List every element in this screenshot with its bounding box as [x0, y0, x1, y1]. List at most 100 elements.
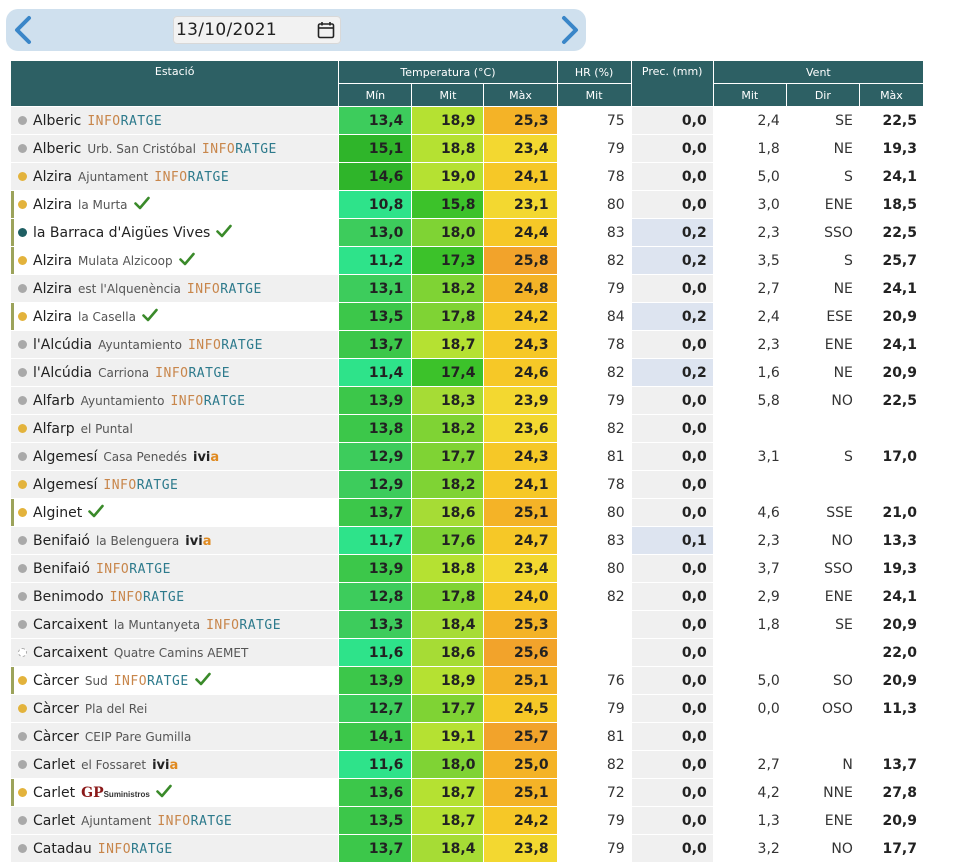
- table-row[interactable]: Alzira Mulata Alzicoop 11,2 17,3 25,8 82 0,2 3,…: [9, 246, 925, 275]
- table-row[interactable]: Carcaixent la Muntanyeta INFORATGE 13,3 18,4…: [9, 610, 925, 639]
- station-name[interactable]: Algemesí: [33, 449, 97, 465]
- inforatge-logo: INFORATGE: [206, 618, 281, 633]
- station-name[interactable]: Alzira: [33, 309, 72, 325]
- gp-logo: GPSuministros: [81, 785, 150, 801]
- station-cell[interactable]: Alzira Mulata Alzicoop: [9, 246, 340, 275]
- table-row[interactable]: Benimodo INFORATGE 12,8 17,8 24,0 82 0,0 2,9 ENE…: [9, 582, 925, 611]
- station-name[interactable]: Carlet: [33, 785, 75, 801]
- station-name[interactable]: Càrcer: [33, 729, 79, 745]
- station-cell[interactable]: Alfarb Ayuntamiento INFORATGE: [9, 386, 340, 415]
- station-name[interactable]: Alberic: [33, 113, 81, 129]
- header-tmin[interactable]: Mín: [338, 83, 413, 107]
- table-row[interactable]: Algemesí INFORATGE 12,9 18,2 24,1 78 0,0: [9, 470, 925, 499]
- table-row[interactable]: Alberic INFORATGE 13,4 18,9 25,3 75 0,0 2,4 SE 22…: [9, 106, 925, 135]
- station-name[interactable]: Alzira: [33, 253, 72, 269]
- station-cell[interactable]: Carcaixent Quatre Camins AEMET: [9, 638, 340, 667]
- station-name[interactable]: Benifaió: [33, 533, 90, 549]
- table-row[interactable]: Alzira Ajuntament INFORATGE 14,6 19,0 24,1 78 0…: [9, 162, 925, 191]
- table-row[interactable]: Benifaió la Belenguera ivia 11,7 17,6 24,7 83 0…: [9, 526, 925, 555]
- station-cell[interactable]: Carlet GPSuministros: [9, 778, 340, 807]
- table-row[interactable]: l'Alcúdia Carriona INFORATGE 11,4 17,4 24,6 82…: [9, 358, 925, 387]
- table-row[interactable]: Alberic Urb. San Cristóbal INFORATGE 15,1 18…: [9, 134, 925, 163]
- wind-max-cell: 20,9: [858, 358, 925, 387]
- table-row[interactable]: Alzira est l'Alquenència INFORATGE 13,1 18,2…: [9, 274, 925, 303]
- station-cell[interactable]: Algemesí INFORATGE: [9, 470, 340, 499]
- station-cell[interactable]: Càrcer Pla del Rei: [9, 694, 340, 723]
- table-row[interactable]: Benifaió INFORATGE 13,9 18,8 23,4 80 0,0 3,7 SSO…: [9, 554, 925, 583]
- station-cell[interactable]: Benifaió INFORATGE: [9, 554, 340, 583]
- inforatge-logo: INFORATGE: [170, 394, 245, 409]
- precip-cell: 0,0: [630, 330, 714, 359]
- station-cell[interactable]: Carlet el Fossaret ivia: [9, 750, 340, 779]
- header-wind-dir[interactable]: Dir: [785, 83, 860, 107]
- station-cell[interactable]: Alginet: [9, 498, 340, 527]
- station-name[interactable]: Alzira: [33, 197, 72, 213]
- temp-avg-cell: 18,7: [411, 806, 485, 835]
- station-cell[interactable]: Càrcer CEIP Pare Gumilla: [9, 722, 340, 751]
- station-name[interactable]: Algemesí: [33, 477, 97, 493]
- station-name[interactable]: Càrcer: [33, 701, 79, 717]
- station-cell[interactable]: Alberic INFORATGE: [9, 106, 340, 135]
- header-tavg[interactable]: Mit: [411, 83, 485, 107]
- table-row[interactable]: Carcaixent Quatre Camins AEMET 11,6 18,6 25,…: [9, 638, 925, 667]
- table-row[interactable]: Catadau INFORATGE 13,7 18,4 23,8 79 0,0 3,2 NO 17…: [9, 834, 925, 863]
- station-cell[interactable]: Carcaixent la Muntanyeta INFORATGE: [9, 610, 340, 639]
- station-cell[interactable]: l'Alcúdia Carriona INFORATGE: [9, 358, 340, 387]
- date-input[interactable]: 13/10/2021: [173, 16, 341, 44]
- station-cell[interactable]: Benifaió la Belenguera ivia: [9, 526, 340, 555]
- header-wind-avg[interactable]: Mit: [712, 83, 787, 107]
- table-row[interactable]: Algemesí Casa Penedés ivia 12,9 17,7 24,3 81 0,…: [9, 442, 925, 471]
- next-day-button[interactable]: [555, 13, 585, 47]
- station-name[interactable]: Carlet: [33, 757, 75, 773]
- station-cell[interactable]: Alberic Urb. San Cristóbal INFORATGE: [9, 134, 340, 163]
- station-cell[interactable]: Alzira est l'Alquenència INFORATGE: [9, 274, 340, 303]
- station-cell[interactable]: Alzira Ajuntament INFORATGE: [9, 162, 340, 191]
- station-cell[interactable]: Càrcer Sud INFORATGE: [9, 666, 340, 695]
- station-cell[interactable]: Algemesí Casa Penedés ivia: [9, 442, 340, 471]
- station-cell[interactable]: Carlet Ajuntament INFORATGE: [9, 806, 340, 835]
- station-name[interactable]: Alzira: [33, 281, 72, 297]
- station-name[interactable]: Catadau: [33, 841, 92, 857]
- table-row[interactable]: Càrcer CEIP Pare Gumilla 14,1 19,1 25,7 81 0,0: [9, 722, 925, 751]
- header-precip[interactable]: Prec. (mm): [630, 60, 714, 107]
- calendar-icon[interactable]: [317, 21, 335, 39]
- table-row[interactable]: Càrcer Sud INFORATGE 13,9 18,9 25,1 76 0,0 5,0 SO…: [9, 666, 925, 695]
- table-row[interactable]: l'Alcúdia Ayuntamiento INFORATGE 13,7 18,7 24…: [9, 330, 925, 359]
- station-cell[interactable]: Catadau INFORATGE: [9, 834, 340, 863]
- station-cell[interactable]: Alzira la Casella: [9, 302, 340, 331]
- header-station[interactable]: Estació: [9, 60, 340, 107]
- station-cell[interactable]: Alfarp el Puntal: [9, 414, 340, 443]
- station-name[interactable]: Carlet: [33, 813, 75, 829]
- station-name[interactable]: Benimodo: [33, 589, 104, 605]
- table-row[interactable]: Alzira la Casella 13,5 17,8 24,2 84 0,2 2,4 ESE 2…: [9, 302, 925, 331]
- station-name[interactable]: Alfarb: [33, 393, 75, 409]
- table-row[interactable]: Alzira la Murta 10,8 15,8 23,1 80 0,0 3,0 ENE 18,…: [9, 190, 925, 219]
- station-name[interactable]: Benifaió: [33, 561, 90, 577]
- table-row[interactable]: la Barraca d'Aigües Vives 13,0 18,0 24,4 83 0…: [9, 218, 925, 247]
- table-row[interactable]: Carlet Ajuntament INFORATGE 13,5 18,7 24,2 79 0…: [9, 806, 925, 835]
- header-tmax[interactable]: Màx: [483, 83, 558, 107]
- station-name[interactable]: Alberic: [33, 141, 81, 157]
- station-name[interactable]: Alzira: [33, 169, 72, 185]
- station-name[interactable]: Alfarp: [33, 421, 75, 437]
- station-name[interactable]: Càrcer: [33, 673, 79, 689]
- table-row[interactable]: Alfarp el Puntal 13,8 18,2 23,6 82 0,0: [9, 414, 925, 443]
- station-cell[interactable]: l'Alcúdia Ayuntamiento INFORATGE: [9, 330, 340, 359]
- table-row[interactable]: Carlet GPSuministros 13,6 18,7 25,1 72 0,0 4,2 N…: [9, 778, 925, 807]
- table-row[interactable]: Alginet 13,7 18,6 25,1 80 0,0 4,6 SSE 21,0: [9, 498, 925, 527]
- table-row[interactable]: Carlet el Fossaret ivia 11,6 18,0 25,0 82 0,0 2,…: [9, 750, 925, 779]
- table-row[interactable]: Càrcer Pla del Rei 12,7 17,7 24,5 79 0,0 0,0 OSO…: [9, 694, 925, 723]
- station-name[interactable]: Carcaixent: [33, 645, 108, 661]
- table-row[interactable]: Alfarb Ayuntamiento INFORATGE 13,9 18,3 23,9 7…: [9, 386, 925, 415]
- station-name[interactable]: l'Alcúdia: [33, 365, 92, 381]
- station-cell[interactable]: Alzira la Murta: [9, 190, 340, 219]
- prev-day-button[interactable]: [8, 13, 38, 47]
- station-name[interactable]: Alginet: [33, 505, 82, 521]
- header-hr-avg[interactable]: Mit: [556, 83, 632, 107]
- station-name[interactable]: Carcaixent: [33, 617, 108, 633]
- header-wind-max[interactable]: Màx: [858, 83, 925, 107]
- station-cell[interactable]: Benimodo INFORATGE: [9, 582, 340, 611]
- station-name[interactable]: la Barraca d'Aigües Vives: [33, 225, 210, 241]
- station-cell[interactable]: la Barraca d'Aigües Vives: [9, 218, 340, 247]
- station-name[interactable]: l'Alcúdia: [33, 337, 92, 353]
